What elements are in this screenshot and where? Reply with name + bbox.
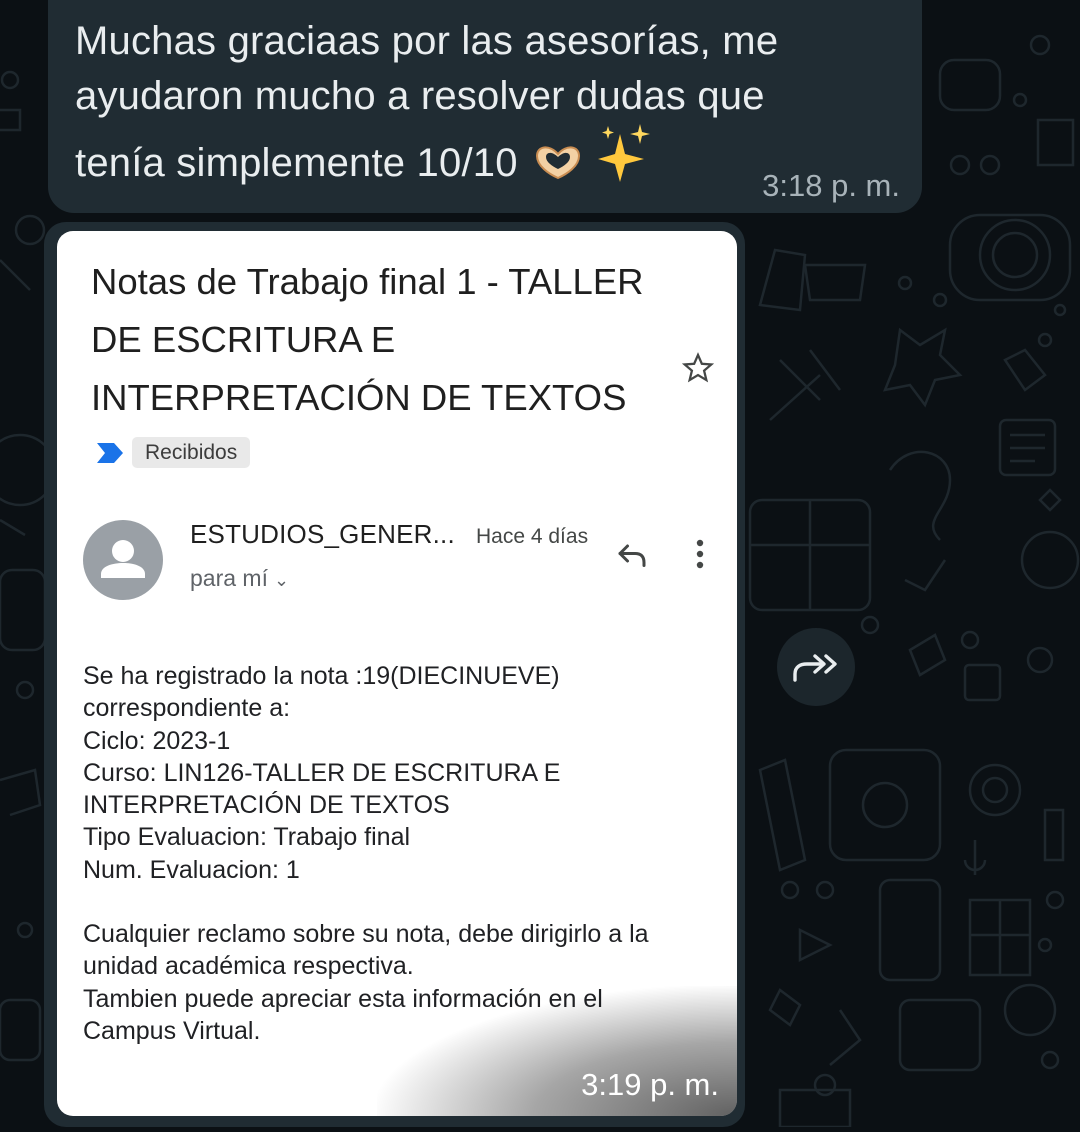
received-time: Hace 4 días xyxy=(476,525,589,548)
message-text: Muchas graciaas por las asesorías, me ay… xyxy=(75,14,855,197)
message-timestamp: 3:18 p. m. xyxy=(762,168,900,203)
recipient-details[interactable]: para mí ⌄ xyxy=(190,565,289,592)
avatar-person-icon xyxy=(101,540,145,578)
sparkles-emoji xyxy=(598,124,654,197)
avatar[interactable] xyxy=(83,520,163,600)
heart-hands-emoji xyxy=(533,142,583,197)
more-vert-icon[interactable] xyxy=(693,537,707,576)
received-text-message[interactable]: Muchas graciaas por las asesorías, me ay… xyxy=(48,0,922,213)
forward-button[interactable] xyxy=(777,628,855,706)
body-line: Num. Evaluacion: 1 xyxy=(83,855,300,884)
inbox-label-chip[interactable]: Recibidos xyxy=(132,437,251,468)
sender-name: ESTUDIOS_GENER... xyxy=(190,519,455,549)
body-line: Cualquier reclamo sobre su nota, debe di… xyxy=(83,920,649,949)
recipient-label: para mí xyxy=(190,565,268,591)
body-line: Ciclo: 2023-1 xyxy=(83,726,231,755)
forward-icon xyxy=(793,654,837,682)
email-subject: Notas de Trabajo final 1 - TALLER DE ESC… xyxy=(91,261,644,418)
chevron-down-icon: ⌄ xyxy=(273,570,290,590)
message-body: Muchas graciaas por las asesorías, me ay… xyxy=(75,19,779,185)
label-arrow-icon xyxy=(95,441,125,470)
body-line: Tipo Evaluacion: Trabajo final xyxy=(83,823,411,852)
body-line: Curso: LIN126-TALLER DE ESCRITURA E xyxy=(83,758,561,787)
star-icon[interactable] xyxy=(681,351,715,390)
body-line: correspondiente a: xyxy=(83,694,291,723)
email-screenshot-image[interactable]: Notas de Trabajo final 1 - TALLER DE ESC… xyxy=(57,231,737,1116)
body-line: unidad académica respectiva. xyxy=(83,952,414,981)
image-timestamp: 3:19 p. m. xyxy=(581,1067,719,1102)
body-line: INTERPRETACIÓN DE TEXTOS xyxy=(83,791,450,820)
reply-icon[interactable] xyxy=(614,537,650,578)
body-line: Se ha registrado la nota :19(DIECINUEVE) xyxy=(83,662,560,690)
